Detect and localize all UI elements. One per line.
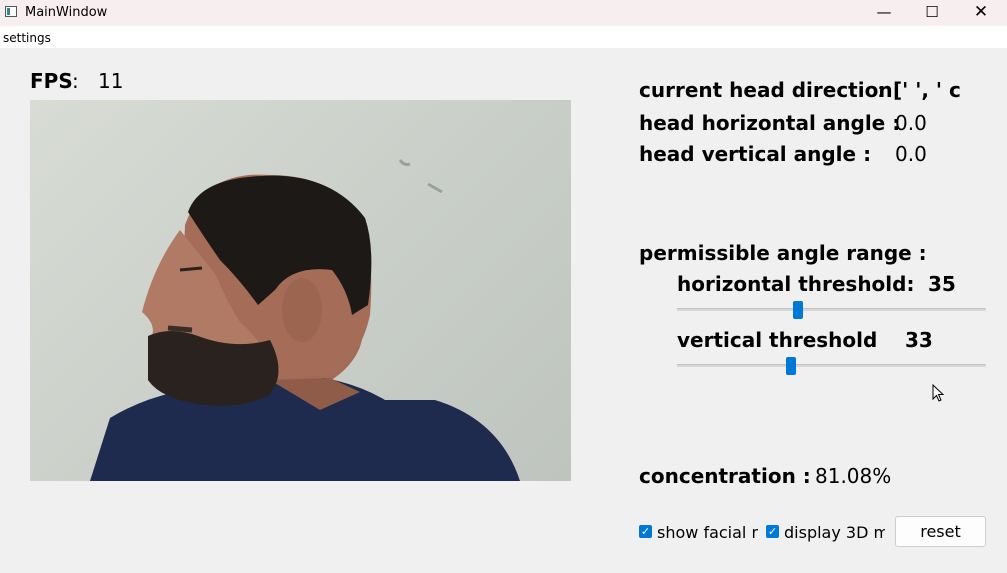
title-bar: MainWindow — ☐ ✕ xyxy=(0,0,1007,26)
display-3d-label[interactable]: display 3D mo xyxy=(784,523,885,542)
menu-bar: settings xyxy=(0,26,1007,48)
permissible-range-title: permissible angle range : xyxy=(639,241,927,265)
vertical-slider-handle[interactable] xyxy=(786,357,797,375)
head-horizontal-angle-value: 0.0 xyxy=(895,111,927,135)
horizontal-slider-track[interactable] xyxy=(677,308,986,311)
show-facial-label[interactable]: show facial m xyxy=(657,523,758,542)
concentration-value: 81.08% xyxy=(815,464,892,488)
app-icon xyxy=(5,6,17,17)
vertical-threshold-value: 33 xyxy=(905,328,933,352)
head-horizontal-angle-label: head horizontal angle : xyxy=(639,111,901,135)
head-vertical-angle-label: head vertical angle : xyxy=(639,142,872,166)
vertical-threshold-separator: : xyxy=(866,328,873,352)
maximize-button[interactable]: ☐ xyxy=(909,0,955,26)
horizontal-threshold-label: horizontal threshold: xyxy=(677,272,915,296)
camera-frame-illustration xyxy=(90,159,520,481)
camera-feed xyxy=(30,100,571,481)
head-direction-separator: : xyxy=(877,78,884,102)
reset-button[interactable]: reset xyxy=(895,516,986,547)
horizontal-slider-handle[interactable] xyxy=(792,301,803,319)
head-direction-value: [' ', ' c xyxy=(893,78,961,102)
fps-value: 11 xyxy=(98,69,124,93)
vertical-threshold-label: vertical threshold xyxy=(677,328,878,352)
horizontal-threshold-value: 35 xyxy=(928,272,956,296)
display-3d-checkbox[interactable]: ✓ xyxy=(766,525,779,538)
head-vertical-angle-value: 0.0 xyxy=(895,142,927,166)
show-facial-checkbox[interactable]: ✓ xyxy=(639,525,652,538)
window-title: MainWindow xyxy=(25,5,108,20)
fps-separator: : xyxy=(72,69,79,93)
minimize-button[interactable]: — xyxy=(861,0,907,26)
head-direction-label: current head direction xyxy=(639,78,893,102)
fps-label: FPS xyxy=(30,69,73,93)
mouse-cursor-icon xyxy=(932,384,945,402)
vertical-slider-track[interactable] xyxy=(677,364,986,367)
close-button[interactable]: ✕ xyxy=(958,0,1004,26)
concentration-label: concentration : xyxy=(639,464,811,488)
menu-settings[interactable]: settings xyxy=(3,31,51,45)
